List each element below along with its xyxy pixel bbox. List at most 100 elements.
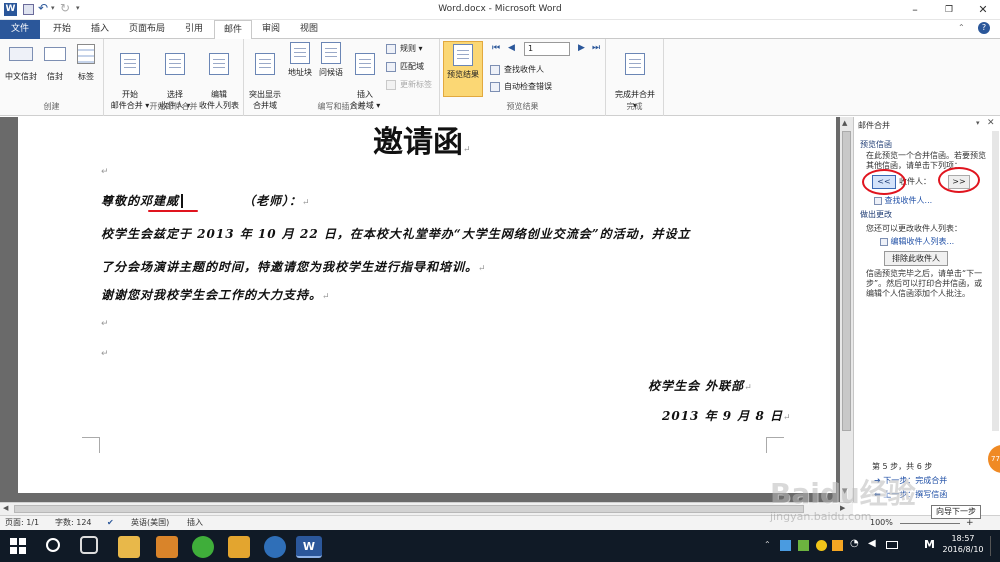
wifi-icon[interactable]: ◔ xyxy=(850,538,859,549)
group-finish: 完成并合并 ▾ 完成 xyxy=(606,39,664,116)
envelope-button[interactable]: 信封 xyxy=(42,42,68,82)
zoom-slider[interactable] xyxy=(900,523,960,524)
finish-merge-icon xyxy=(625,53,645,75)
document-area: 邀请函↵ ↵ 尊敬的邓建威 （老师）：↵ 校学生会兹定于 2013 年 10 月 … xyxy=(0,117,853,502)
redo-icon[interactable]: ↻ xyxy=(60,1,70,15)
scroll-left-icon[interactable]: ◀ xyxy=(3,504,8,512)
tab-mailings[interactable]: 邮件 xyxy=(214,20,252,40)
paragraph-mark: ↵ xyxy=(101,319,109,329)
last-record-button[interactable]: ⏭ xyxy=(592,43,600,53)
vertical-scrollbar[interactable]: ▲ ▼ xyxy=(840,117,853,502)
minimize-button[interactable]: – xyxy=(898,0,932,20)
tab-page-layout[interactable]: 页面布局 xyxy=(122,20,172,39)
scroll-up-icon[interactable]: ▲ xyxy=(842,119,847,127)
find-recipient-link[interactable]: 查找收件人... xyxy=(874,195,932,206)
page-count[interactable]: 页面: 1/1 xyxy=(5,516,39,530)
save-icon[interactable] xyxy=(23,4,34,15)
green-app-icon[interactable] xyxy=(192,536,214,558)
annotation-underline xyxy=(148,210,198,212)
pane-title: 邮件合并 xyxy=(858,121,890,130)
clock[interactable]: 18:57 2016/8/10 xyxy=(938,533,988,555)
start-merge-icon xyxy=(120,53,140,75)
insert-mode[interactable]: 插入 xyxy=(187,516,203,530)
task-view-icon[interactable] xyxy=(80,536,98,554)
horizontal-scrollbar[interactable]: ◀ ▶ xyxy=(0,502,853,515)
help-icon[interactable]: ? xyxy=(978,22,990,34)
recipient-name-field[interactable]: 邓建威 xyxy=(140,194,184,208)
volume-icon[interactable]: ◀ xyxy=(868,538,876,549)
file-explorer-icon[interactable] xyxy=(118,536,140,558)
update-labels-button[interactable]: 更新标签 xyxy=(386,78,432,92)
labels-icon xyxy=(77,44,95,64)
package-app-icon[interactable] xyxy=(156,536,178,558)
record-number-input[interactable]: 1 xyxy=(524,42,570,56)
document-page[interactable]: 邀请函↵ ↵ 尊敬的邓建威 （老师）：↵ 校学生会兹定于 2013 年 10 月 … xyxy=(18,117,836,493)
page-corner-mark xyxy=(82,437,100,453)
tab-home[interactable]: 开始 xyxy=(44,20,80,39)
tab-file[interactable]: 文件 xyxy=(0,20,40,39)
undo-icon[interactable]: ↶ xyxy=(38,1,48,15)
match-fields-button[interactable]: 匹配域 xyxy=(386,60,424,74)
group-label: 创建 xyxy=(43,102,60,111)
battery-icon[interactable] xyxy=(886,541,898,549)
tray-app-icon[interactable] xyxy=(798,540,809,551)
auto-check-errors-button[interactable]: 自动检查错误 xyxy=(490,80,552,94)
window-title: Word.docx - Microsoft Word xyxy=(438,4,562,14)
section-changes: 做出更改 xyxy=(860,210,892,219)
cortana-icon[interactable] xyxy=(46,538,60,552)
group-label: 开始邮件合并 xyxy=(149,102,198,111)
chinese-envelope-button[interactable]: 中文信封 xyxy=(3,42,39,82)
tray-up-icon[interactable]: ⌃ xyxy=(764,540,771,549)
address-block-button[interactable]: 地址块 xyxy=(285,42,315,78)
rules-button[interactable]: 规则 ▾ xyxy=(386,42,423,56)
tab-review[interactable]: 审阅 xyxy=(254,20,288,39)
next-record-button[interactable]: ▶ xyxy=(578,43,585,53)
hscroll-thumb[interactable] xyxy=(14,505,804,513)
preview-results-button[interactable]: 预览结果 xyxy=(443,41,483,97)
ribbon-tabs: 文件 开始 插入 页面布局 引用 邮件 审阅 视图 ⌃ ? xyxy=(0,20,1000,40)
edit-recipient-list-link[interactable]: 编辑收件人列表... xyxy=(880,236,954,247)
tray-app-icon[interactable] xyxy=(816,540,827,551)
annotation-circle-next xyxy=(938,167,980,193)
tab-references[interactable]: 引用 xyxy=(176,20,212,39)
proofing-icon[interactable]: ✔ xyxy=(107,516,114,530)
labels-button[interactable]: 标签 xyxy=(72,42,100,82)
greeting-line-button[interactable]: 问候语 xyxy=(316,42,346,78)
undo-dropdown-icon[interactable]: ▾ xyxy=(51,4,55,12)
body-paragraph-2: 了分会场演讲主题的时间，特邀请您为我校学生进行指导和培训。↵ xyxy=(101,260,487,274)
tray-app-icon[interactable] xyxy=(780,540,791,551)
scroll-thumb[interactable] xyxy=(842,131,851,431)
notifications-icon[interactable] xyxy=(990,536,998,556)
word-app-icon[interactable]: W xyxy=(4,3,17,16)
tray-app-icon[interactable] xyxy=(832,540,843,551)
previous-record-button[interactable]: ◀ xyxy=(508,43,515,53)
tab-insert[interactable]: 插入 xyxy=(84,20,116,39)
game-app-icon[interactable] xyxy=(228,536,250,558)
match-fields-icon xyxy=(386,62,396,72)
exclude-recipient-button[interactable]: 排除此收件人 xyxy=(884,251,948,266)
pane-options-icon[interactable]: ▾ xyxy=(976,119,980,127)
restore-button[interactable]: ❐ xyxy=(932,0,966,20)
start-button[interactable] xyxy=(10,538,26,554)
paragraph-mark: ↵ xyxy=(101,167,109,177)
close-button[interactable]: ✕ xyxy=(966,0,1000,20)
first-record-button[interactable]: ⏮ xyxy=(492,43,500,53)
find-recipient-button[interactable]: 查找收件人 xyxy=(490,63,544,77)
word-count[interactable]: 字数: 124 xyxy=(55,516,92,530)
customize-qat-icon[interactable]: ▾ xyxy=(76,4,80,12)
word-taskbar-icon[interactable]: W xyxy=(296,536,322,558)
step-indicator: 第 5 步，共 6 步 xyxy=(872,462,933,471)
ribbon-minimize-icon[interactable]: ⌃ xyxy=(958,23,965,32)
pane-scrollbar[interactable] xyxy=(992,131,999,431)
salutation-line: 尊敬的邓建威 （老师）：↵ xyxy=(101,194,311,208)
globe-app-icon[interactable] xyxy=(264,536,286,558)
floating-orange-badge[interactable]: 77 xyxy=(988,445,1000,473)
document-heading: 邀请函↵ xyxy=(373,125,471,160)
ime-indicator[interactable]: M xyxy=(924,538,935,551)
language[interactable]: 英语(美国) xyxy=(131,516,169,530)
greeting-line-icon xyxy=(321,42,341,64)
baidu-watermark: Baidu经验 jingyan.baidu.com xyxy=(770,477,916,523)
pane-close-icon[interactable]: ✕ xyxy=(987,118,995,128)
tab-view[interactable]: 视图 xyxy=(292,20,326,39)
mail-merge-pane: 邮件合并 ▾ ✕ 预览信函 在此预览一个合并信函。若要预览其他信函，请单击下列项… xyxy=(853,117,1000,502)
